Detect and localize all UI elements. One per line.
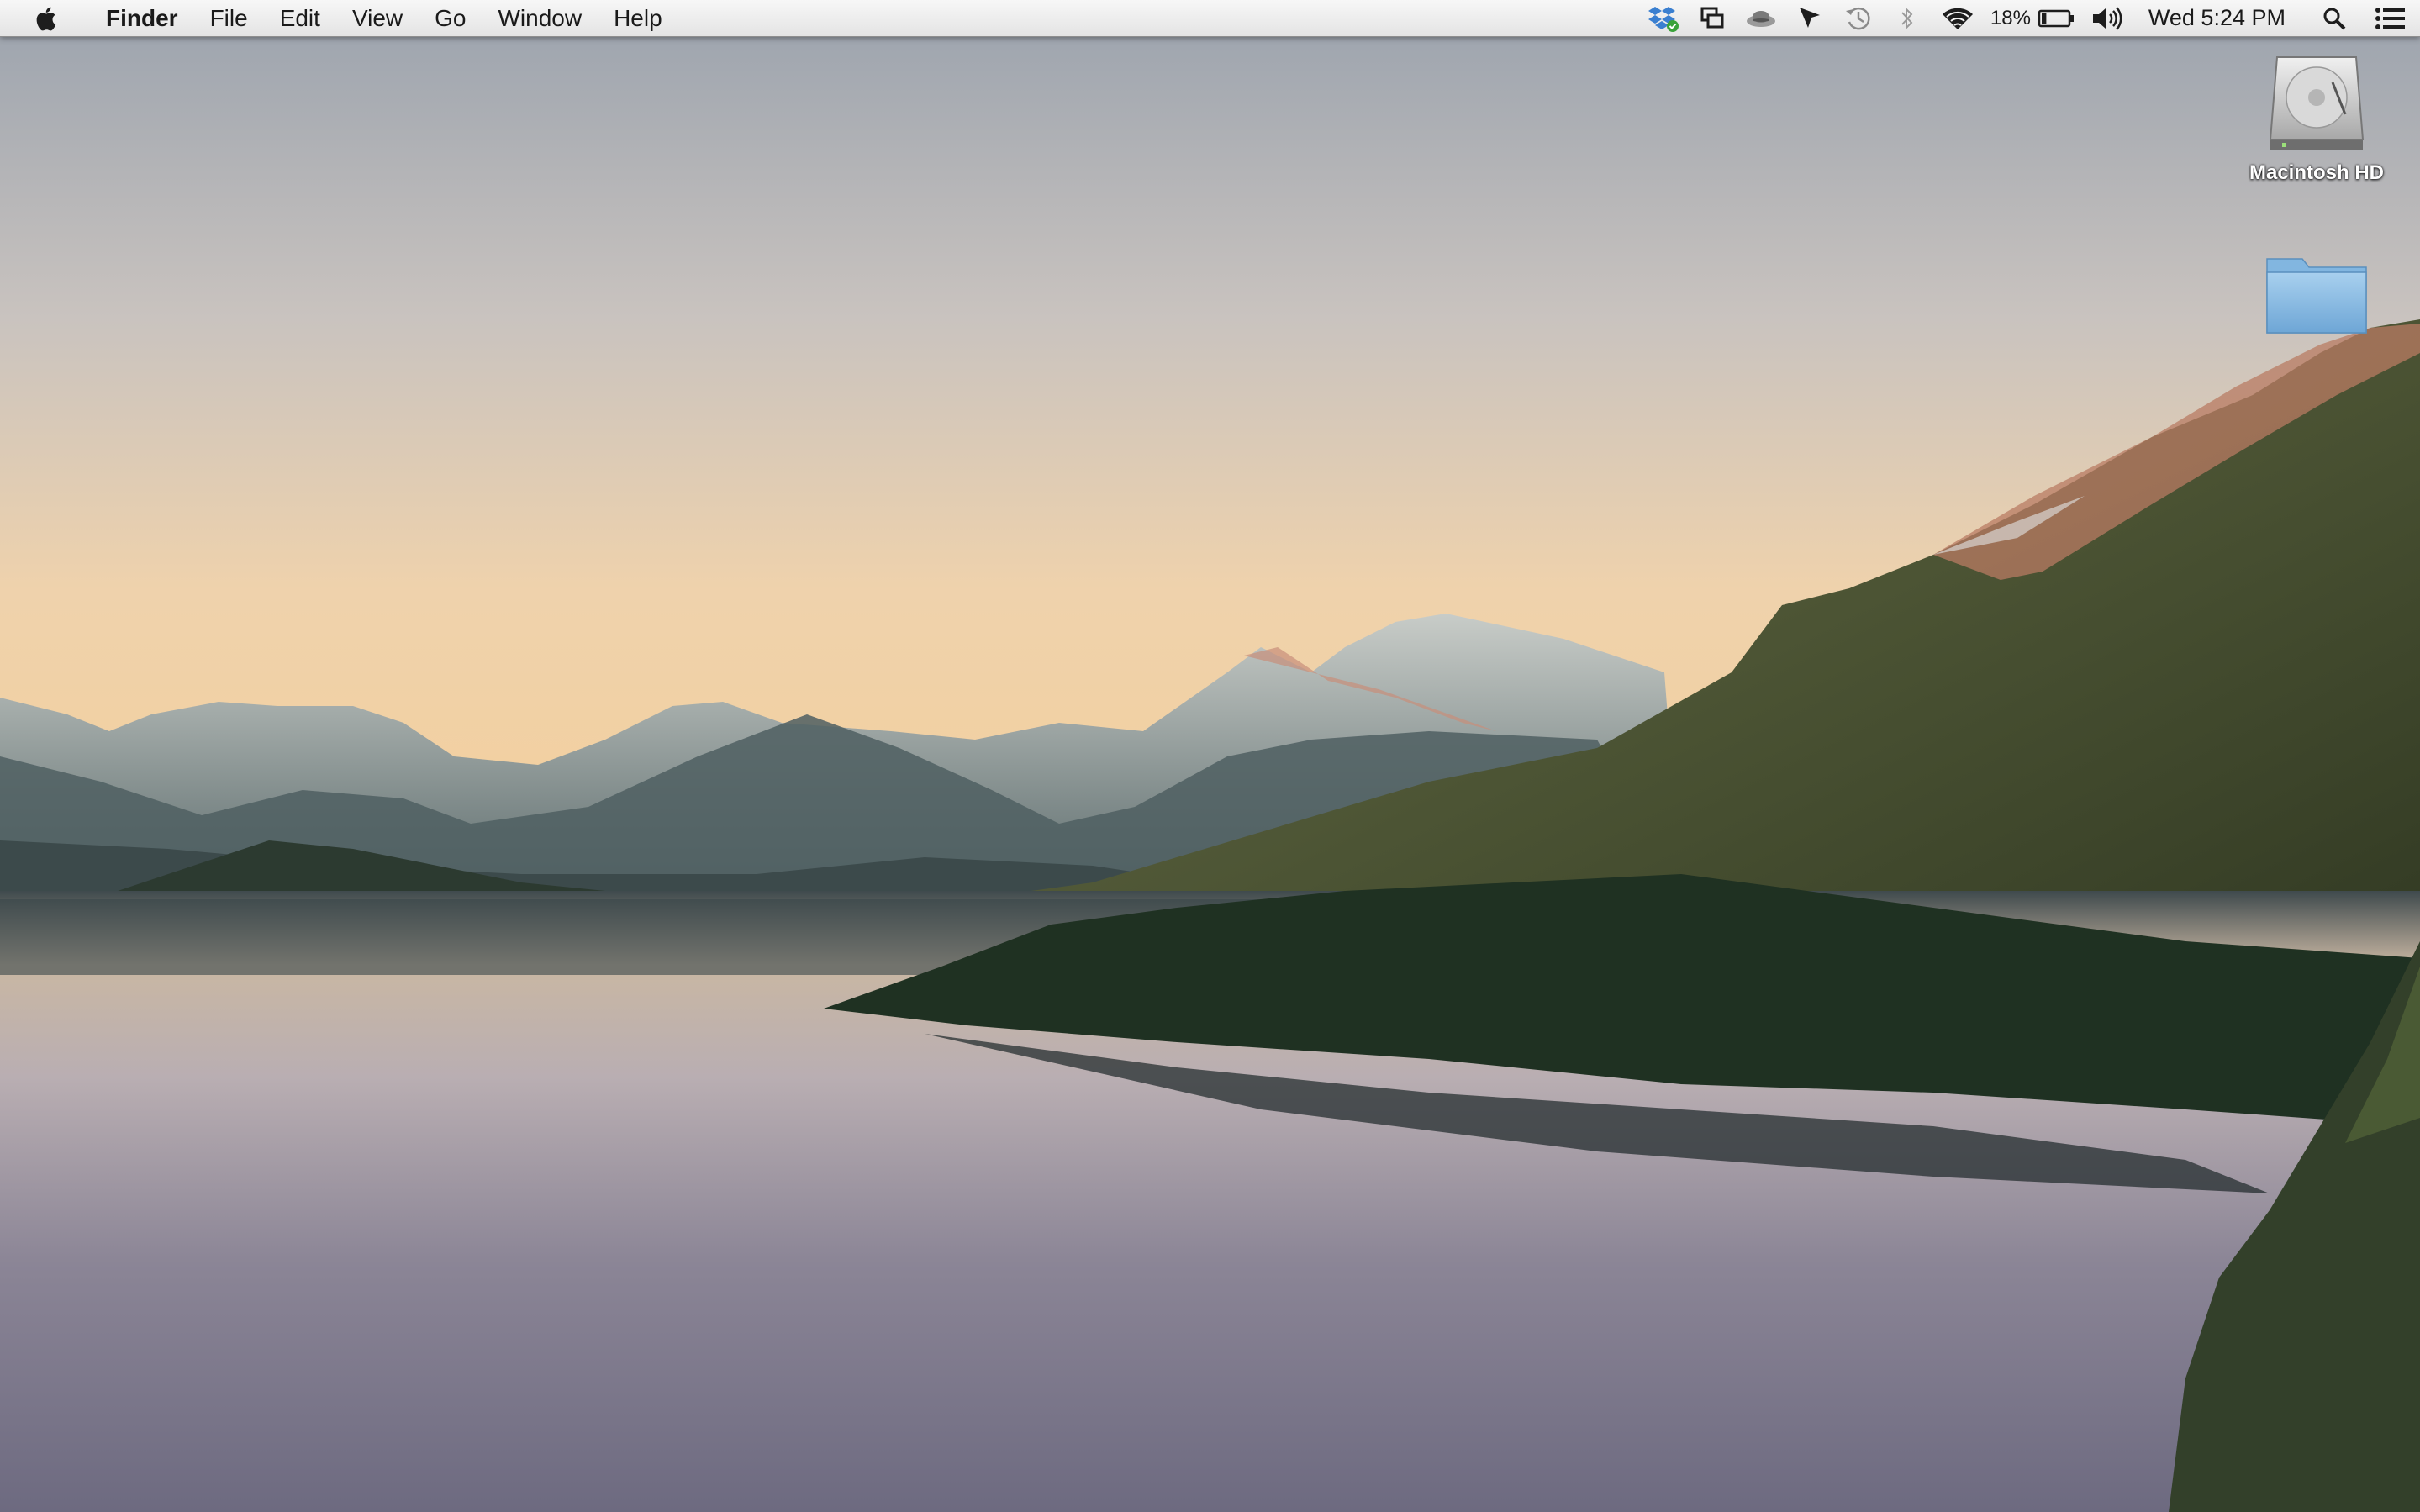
desktop-wallpaper — [0, 0, 2420, 1512]
cursor-arrow-icon[interactable] — [1785, 0, 1834, 36]
menu-bar-status-area: 18% Wed 5:24 PM — [1639, 0, 2420, 36]
hard-drive-icon — [2269, 56, 2365, 150]
menu-window[interactable]: Window — [482, 0, 598, 36]
volume-icon[interactable] — [2081, 0, 2132, 36]
menu-bar-left: Finder File Edit View Go Window Help — [0, 0, 678, 36]
menu-edit[interactable]: Edit — [264, 0, 336, 36]
bluetooth-icon[interactable] — [1883, 0, 1932, 36]
desktop-icon-folder[interactable] — [2258, 249, 2375, 345]
battery-icon — [2038, 9, 2074, 27]
folder-icon — [2266, 258, 2367, 334]
menu-help[interactable]: Help — [598, 0, 678, 36]
menu-bar-clock[interactable]: Wed 5:24 PM — [2148, 5, 2286, 31]
dropbox-icon[interactable] — [1639, 0, 1688, 36]
menu-bar: Finder File Edit View Go Window Help 18%… — [0, 0, 2420, 37]
battery-percent: 18% — [1990, 6, 2031, 29]
apple-logo-icon[interactable] — [32, 3, 62, 34]
spotlight-search-icon[interactable] — [2307, 0, 2361, 36]
menu-file[interactable]: File — [194, 0, 264, 36]
menu-view[interactable]: View — [336, 0, 419, 36]
desktop[interactable]: Finder File Edit View Go Window Help 18%… — [0, 0, 2420, 1512]
time-machine-icon[interactable] — [1834, 0, 1883, 36]
desktop-icon-label: Macintosh HD — [2249, 161, 2384, 184]
menu-go[interactable]: Go — [419, 0, 482, 36]
display-mirroring-icon[interactable] — [1688, 0, 1737, 36]
wifi-icon[interactable] — [1932, 0, 1984, 36]
desktop-icon-macintosh-hd[interactable]: Macintosh HD — [2233, 49, 2401, 185]
notification-list-icon[interactable] — [2361, 0, 2420, 36]
battery-status[interactable]: 18% — [1984, 0, 2081, 36]
menu-app-finder[interactable]: Finder — [89, 0, 194, 36]
hat-icon[interactable] — [1737, 0, 1785, 36]
